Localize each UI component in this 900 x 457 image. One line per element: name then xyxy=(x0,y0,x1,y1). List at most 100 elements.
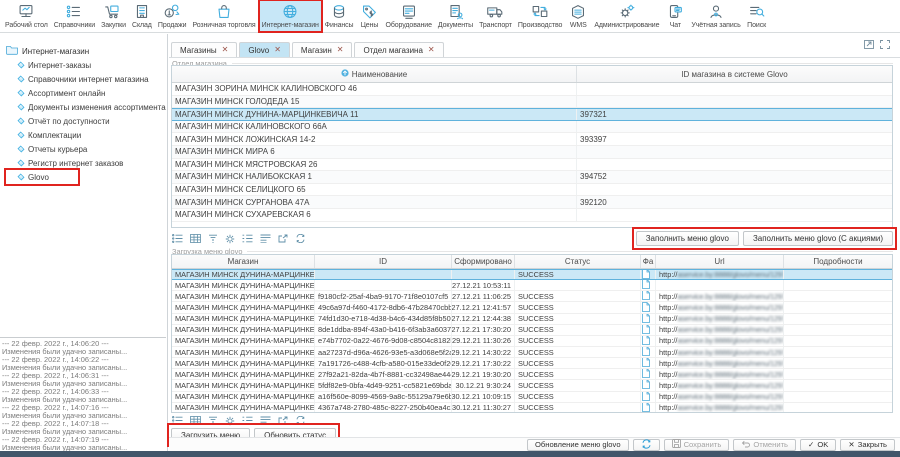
toolbar-item-warehouse[interactable]: Склад xyxy=(129,0,155,32)
summary-icon[interactable] xyxy=(259,234,272,243)
stores-table-row[interactable]: МАГАЗИН МИНСК СЕЛИЦКОГО 65 xyxy=(172,184,892,197)
close-button[interactable]: ✕Закрыть xyxy=(840,439,895,451)
open-window-icon[interactable] xyxy=(277,234,289,243)
toolbar-item-chat[interactable]: Чат xyxy=(662,0,688,32)
column-header-glovo-id[interactable]: ID магазина в системе Glovo xyxy=(577,66,892,82)
menu-table-row[interactable]: МАГАЗИН МИНСК ДУНИНА-МАРЦИНКЕВИЧА 1174fd… xyxy=(172,314,892,325)
file-icon xyxy=(642,336,650,346)
menu-table-row[interactable]: МАГАЗИН МИНСК ДУНИНА-МАРЦИНКЕВИЧА 1127f9… xyxy=(172,369,892,380)
stores-table-row[interactable]: МАГАЗИН МИНСК ДУНИНА-МАРЦИНКЕВИЧА 113973… xyxy=(172,108,892,121)
toolbar-item-purchases[interactable]: Закупки xyxy=(98,0,129,32)
ok-button[interactable]: ✓OK xyxy=(800,439,836,451)
sidebar-item-регистр-интернет-заказов[interactable]: Регистр интернет заказов xyxy=(6,156,167,170)
menu-table-row[interactable]: МАГАЗИН МИНСК ДУНИНА-МАРЦИНКЕВИЧА 11aa27… xyxy=(172,347,892,358)
sidebar-item-комплектации[interactable]: Комплектации xyxy=(6,128,167,142)
numbered-list-icon[interactable] xyxy=(241,416,254,425)
toolbar-item-production[interactable]: Производство xyxy=(515,0,565,32)
menu-column-header-2[interactable]: Сформировано xyxy=(452,255,515,268)
stores-table-row[interactable]: МАГАЗИН МИНСК СУРГАНОВА 47А392120 xyxy=(172,196,892,209)
fill-menu-glovo-promo-button[interactable]: Заполнить меню glovo (С акциями) xyxy=(743,231,893,246)
toolbar-item-equipment[interactable]: Оборудование xyxy=(382,0,434,32)
sidebar-item-glovo[interactable]: Glovo xyxy=(6,170,78,184)
menu-column-header-5[interactable]: Url xyxy=(656,255,784,268)
column-header-name[interactable]: Наименование xyxy=(172,66,577,82)
toolbar-item-retail[interactable]: Розничная торговля xyxy=(189,0,258,32)
stores-table-row[interactable]: МАГАЗИН МИНСК НАЛИБОКСКАЯ 1394752 xyxy=(172,171,892,184)
sidebar-item-документы-изменения-ассортимента[interactable]: Документы изменения ассортимента xyxy=(6,100,167,114)
menu-table-row[interactable]: МАГАЗИН МИНСК ДУНИНА-МАРЦИНКЕВИЧА 1127.1… xyxy=(172,280,892,291)
tab-close-icon[interactable]: ✕ xyxy=(222,47,229,53)
sidebar-item-отчеты-курьера[interactable]: Отчеты курьера xyxy=(6,142,167,156)
menu-table-row[interactable]: МАГАЗИН МИНСК ДУНИНА-МАРЦИНКЕВИЧА 11SUCC… xyxy=(172,269,892,280)
menu-table-row[interactable]: МАГАЗИН МИНСК ДУНИНА-МАРЦИНКЕВИЧА 114367… xyxy=(172,403,892,413)
bottom-toolbar xyxy=(171,415,307,426)
sidebar-item-справочники-интернет-магазина[interactable]: Справочники интернет магазина xyxy=(6,72,167,86)
sync-icon[interactable] xyxy=(294,234,307,243)
fill-menu-glovo-button[interactable]: Заполнить меню glovo xyxy=(636,231,739,246)
toolbar-item-search[interactable]: Поиск xyxy=(744,0,770,32)
toolbar-item-documents[interactable]: Документы xyxy=(435,0,476,32)
toolbar-item-desktop[interactable]: Рабочий стол xyxy=(2,0,51,32)
sidebar-root-internet-shop[interactable]: Интернет-магазин xyxy=(6,44,167,58)
toolbar-item-prices[interactable]: Цены xyxy=(356,0,382,32)
float-window-icon[interactable] xyxy=(864,40,874,51)
menu-column-header-1[interactable]: ID xyxy=(315,255,452,268)
view-grid-icon[interactable] xyxy=(189,234,202,243)
menu-column-header-6[interactable]: Подробности xyxy=(784,255,892,268)
save-button[interactable]: Сохранить xyxy=(664,439,730,451)
tab-close-icon[interactable]: ✕ xyxy=(428,47,435,53)
cancel-button[interactable]: Отменить xyxy=(733,439,796,451)
gear-icon[interactable] xyxy=(224,416,236,426)
toolbar-item-transport[interactable]: Транспорт xyxy=(476,0,515,32)
menu-column-header-0[interactable]: Магазин xyxy=(172,255,315,268)
tab-close-icon[interactable]: ✕ xyxy=(337,47,344,53)
update-menu-glovo-button[interactable]: Обновление меню glovo xyxy=(527,439,629,451)
sidebar-item-отчёт-по-доступности[interactable]: Отчёт по доступности xyxy=(6,114,167,128)
menu-table-row[interactable]: МАГАЗИН МИНСК ДУНИНА-МАРЦИНКЕВИЧА 115fdf… xyxy=(172,380,892,391)
menu-store-cell: МАГАЗИН МИНСК ДУНИНА-МАРЦИНКЕВИЧА 11 xyxy=(172,314,315,324)
toolbar-item-wms[interactable]: WMS xyxy=(565,0,591,32)
menu-column-header-4[interactable]: Фа xyxy=(641,255,656,268)
menu-table-row[interactable]: МАГАЗИН МИНСК ДУНИНА-МАРЦИНКЕВИЧА 1149c6… xyxy=(172,302,892,313)
stores-table-row[interactable]: МАГАЗИН МИНСК ЛОЖИНСКАЯ 14-2393397 xyxy=(172,133,892,146)
toolbar-item-account[interactable]: Учётная запись xyxy=(688,0,743,32)
view-list-icon[interactable] xyxy=(171,416,184,425)
tab-отдел-магазина[interactable]: Отдел магазина✕ xyxy=(354,42,443,57)
menu-id-cell xyxy=(315,280,452,290)
toolbar-item-internet-shop[interactable]: Интернет-магазин xyxy=(259,0,322,32)
sidebar-item-интернет-заказы[interactable]: Интернет-заказы xyxy=(6,58,167,72)
sidebar-item-ассортимент-онлайн[interactable]: Ассортимент онлайн xyxy=(6,86,167,100)
stores-table-row[interactable]: МАГАЗИН МИНСК МИРА 6 xyxy=(172,146,892,159)
summary-icon[interactable] xyxy=(259,416,272,425)
tab-glovo[interactable]: Glovo✕ xyxy=(239,42,290,57)
stores-table-row[interactable]: МАГАЗИН МИНСК КАЛИНОВСКОГО 66А xyxy=(172,121,892,134)
open-window-icon[interactable] xyxy=(277,416,289,425)
view-list-icon[interactable] xyxy=(171,234,184,243)
view-grid-icon[interactable] xyxy=(189,416,202,425)
menu-table-row[interactable]: МАГАЗИН МИНСК ДУНИНА-МАРЦИНКЕВИЧА 11e74b… xyxy=(172,336,892,347)
filter-icon[interactable] xyxy=(207,416,219,425)
gear-icon[interactable] xyxy=(224,234,236,244)
menu-table-row[interactable]: МАГАЗИН МИНСК ДУНИНА-МАРЦИНКЕВИЧА 118de1… xyxy=(172,325,892,336)
maximize-icon[interactable] xyxy=(880,40,890,51)
tab-магазин[interactable]: Магазин✕ xyxy=(292,42,353,57)
close-icon: ✕ xyxy=(848,440,854,449)
stores-table-row[interactable]: МАГАЗИН МИНСК ГОЛОДЕДА 15 xyxy=(172,96,892,109)
refresh-button[interactable] xyxy=(633,439,660,451)
numbered-list-icon[interactable] xyxy=(241,234,254,243)
stores-table-row[interactable]: МАГАЗИН ЗОРИНА МИНСК КАЛИНОВСКОГО 46 xyxy=(172,83,892,96)
toolbar-item-administration[interactable]: Администрирование xyxy=(591,0,662,32)
sync-icon[interactable] xyxy=(294,416,307,425)
menu-table-row[interactable]: МАГАЗИН МИНСК ДУНИНА-МАРЦИНКЕВИЧА 11f918… xyxy=(172,291,892,302)
stores-table-row[interactable]: МАГАЗИН МИНСК СУХАРЕВСКАЯ 6 xyxy=(172,209,892,222)
tab-магазины[interactable]: Магазины✕ xyxy=(171,42,237,57)
toolbar-item-sales[interactable]: Продажи xyxy=(155,0,190,32)
toolbar-item-catalog[interactable]: Справочники xyxy=(51,0,98,32)
stores-table-row[interactable]: МАГАЗИН МИНСК МЯСТРОВСКАЯ 26 xyxy=(172,159,892,172)
filter-icon[interactable] xyxy=(207,234,219,243)
tab-close-icon[interactable]: ✕ xyxy=(274,47,281,53)
menu-table-row[interactable]: МАГАЗИН МИНСК ДУНИНА-МАРЦИНКЕВИЧА 11a16f… xyxy=(172,392,892,403)
toolbar-item-finance[interactable]: Финансы xyxy=(322,0,357,32)
menu-table-row[interactable]: МАГАЗИН МИНСК ДУНИНА-МАРЦИНКЕВИЧА 117a19… xyxy=(172,358,892,369)
menu-column-header-3[interactable]: Статус xyxy=(515,255,641,268)
